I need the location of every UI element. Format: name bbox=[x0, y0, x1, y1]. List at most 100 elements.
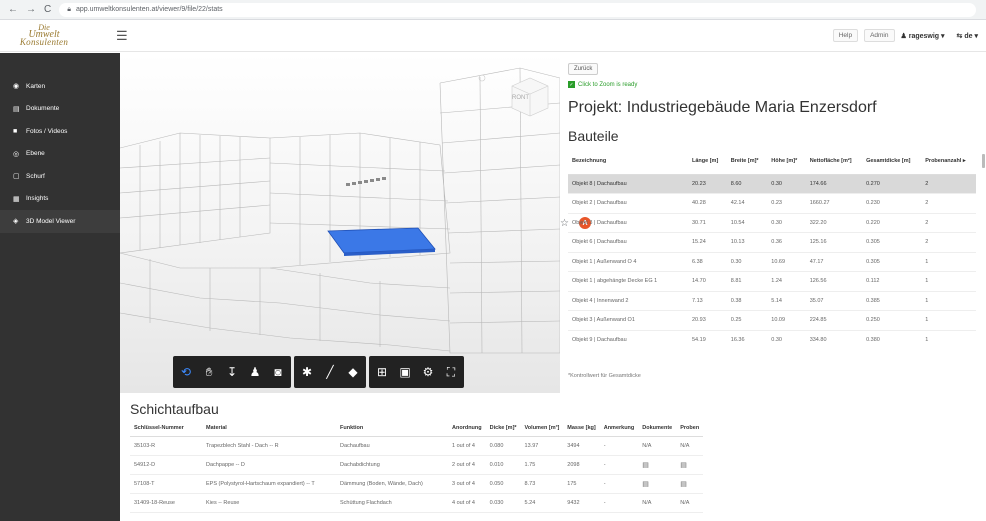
table-cell: 2 out of 4 bbox=[448, 455, 486, 475]
back-arrow-icon[interactable]: ← bbox=[8, 4, 18, 15]
table-cell: Objekt 3 | Dachaufbau bbox=[568, 213, 688, 233]
footnote: *Kontrollwert für Gesamtdicke bbox=[568, 373, 641, 379]
table-row[interactable]: 35103-R Trapezblech Stahl - Dach -- R Dach… bbox=[130, 436, 704, 456]
sidebar-item-schurf[interactable]: ▢ Schurf bbox=[0, 165, 120, 188]
table-cell: EPS (Polystyrol-Hartschaum expandiert) -… bbox=[202, 474, 336, 494]
sample-file-icon[interactable]: ▤ bbox=[676, 455, 704, 475]
address-bar[interactable]: 🔒︎ app.umweltkonsulenten.at/viewer/9/fil… bbox=[59, 2, 976, 17]
table-cell: Objekt 4 | Innenwand 2 bbox=[568, 291, 688, 311]
video-icon: ■ bbox=[13, 127, 18, 135]
table-cell: Objekt 9 | Dachaufbau bbox=[568, 330, 688, 346]
sidebar-item-label: Ebene bbox=[26, 150, 45, 158]
table-row[interactable]: 31409-18-Reuse Kies -- Reuse Schüttung Fla… bbox=[130, 493, 704, 513]
table-cell: 8.73 bbox=[520, 474, 564, 494]
table-cell: Objekt 8 | Dachaufbau bbox=[568, 174, 688, 194]
sidebar-item-3d-model-viewer[interactable]: ◈ 3D Model Viewer bbox=[0, 210, 120, 233]
forward-arrow-icon[interactable]: → bbox=[26, 4, 36, 15]
table-row[interactable]: Objekt 1 | abgehängte Decke EG 1 14.70 8.8… bbox=[568, 271, 976, 292]
pan-icon[interactable]: ✋︎ bbox=[202, 365, 216, 380]
sample-file-icon[interactable]: ▤ bbox=[676, 474, 704, 494]
cube-icon: ◈ bbox=[13, 218, 19, 226]
table-cell: Dachaufbau bbox=[336, 436, 448, 456]
sidebar-item-label: Schurf bbox=[26, 172, 45, 180]
table-row[interactable]: 54912-D Dachpappe -- D Dachabdichtung 2 out… bbox=[130, 455, 704, 475]
explode-icon[interactable]: ✱ bbox=[300, 365, 314, 379]
column-header: Funktion bbox=[336, 420, 448, 437]
table-row[interactable]: Objekt 9 | Dachaufbau 54.19 16.36 0.30 334.8… bbox=[568, 330, 976, 346]
table-row[interactable]: Objekt 8 | Dachaufbau 20.23 8.60 0.30 174.66… bbox=[568, 174, 976, 194]
table-row[interactable]: Objekt 3 | Dachaufbau 30.71 10.54 0.30 322.2… bbox=[568, 213, 976, 233]
document-file-icon[interactable]: ▤ bbox=[638, 474, 677, 494]
table-cell: 2 bbox=[921, 213, 976, 233]
model-browser-icon[interactable]: ⊞ bbox=[375, 365, 389, 379]
document-file-icon[interactable]: ▤ bbox=[638, 455, 677, 475]
column-header[interactable]: Höhe [m]* bbox=[767, 148, 806, 175]
logo[interactable]: Die Umwelt Konsulenten bbox=[0, 23, 88, 47]
table-cell: 125.16 bbox=[805, 232, 863, 253]
table-cell: 1 out of 4 bbox=[448, 436, 486, 456]
table-cell: 0.050 bbox=[485, 474, 521, 494]
bauteile-table-wrapper: Bezeichnung Länge [m] Breite [m]* Höhe [… bbox=[568, 148, 982, 346]
column-header[interactable]: Länge [m] bbox=[688, 148, 727, 175]
table-cell: 3494 bbox=[563, 436, 600, 456]
table-cell: 334.80 bbox=[805, 330, 863, 346]
details-panel: Zurück ✓ Click to Zoom is ready Projekt:… bbox=[560, 53, 986, 393]
user-menu[interactable]: ♟ rageswig ▾ bbox=[901, 32, 945, 40]
table-cell: 54912-D bbox=[130, 455, 202, 475]
table-cell: 13.97 bbox=[520, 436, 564, 456]
table-scrollbar[interactable] bbox=[982, 150, 985, 344]
section-icon[interactable]: ◆ bbox=[346, 365, 360, 379]
fullscreen-icon[interactable]: ⛶ bbox=[444, 365, 458, 380]
table-cell: Objekt 1 | abgehängte Decke EG 1 bbox=[568, 271, 688, 292]
column-header[interactable]: Probenanzahl ▸ bbox=[921, 148, 976, 175]
language-menu[interactable]: ⇆ de ▾ bbox=[957, 32, 978, 40]
3d-viewer-canvas[interactable]: RONT ⟲ ✋︎ ↧ ♟ ◙ ✱ ╱ ◆ ⊞ ▣ ⚙ ⛶ bbox=[120, 53, 560, 393]
sidebar-item-fotos-videos[interactable]: ■ Fotos / Videos bbox=[0, 120, 120, 143]
table-cell: 10.54 bbox=[726, 213, 768, 233]
camera-icon[interactable]: ◙ bbox=[271, 365, 285, 379]
location-icon: ◉ bbox=[13, 83, 20, 91]
table-row[interactable]: Objekt 6 | Dachaufbau 15.24 10.13 0.36 125.1… bbox=[568, 232, 976, 253]
zoom-status: ✓ Click to Zoom is ready bbox=[568, 81, 638, 88]
table-row[interactable]: Objekt 4 | Innenwand 2 7.13 0.38 5.14 35.07 0… bbox=[568, 291, 976, 311]
sidebar-item-insights[interactable]: ▦ Insights bbox=[0, 188, 120, 211]
table-cell: 0.250 bbox=[862, 310, 922, 331]
table-cell: 7.13 bbox=[688, 291, 727, 311]
url-text: app.umweltkonsulenten.at/viewer/9/file/2… bbox=[75, 6, 223, 13]
table-cell: N/A bbox=[638, 493, 677, 513]
column-header[interactable]: Breite [m]* bbox=[726, 148, 768, 175]
table-cell: 0.380 bbox=[862, 330, 922, 346]
reload-icon[interactable]: C bbox=[44, 4, 51, 15]
table-cell: 3 out of 4 bbox=[448, 474, 486, 494]
settings-gear-icon[interactable]: ⚙ bbox=[421, 365, 435, 379]
help-button[interactable]: Help bbox=[832, 29, 859, 42]
table-cell: 8.60 bbox=[726, 174, 768, 194]
table-cell: 0.30 bbox=[767, 330, 806, 346]
table-cell: 2 bbox=[921, 232, 976, 253]
table-row[interactable]: 57108-T EPS (Polystyrol-Hartschaum expand… bbox=[130, 474, 704, 494]
toolbar-group-navigation: ⟲ ✋︎ ↧ ♟ ◙ bbox=[173, 356, 291, 388]
table-row[interactable]: Objekt 1 | Außenwand O 4 6.38 0.30 10.69 47.… bbox=[568, 252, 976, 272]
sidebar-item-ebene[interactable]: ◎ Ebene bbox=[0, 143, 120, 166]
properties-icon[interactable]: ▣ bbox=[398, 365, 412, 379]
table-cell: 1 bbox=[921, 291, 976, 311]
table-row[interactable]: Objekt 2 | Dachaufbau 40.28 42.14 0.23 1660.… bbox=[568, 193, 976, 214]
check-icon: ✓ bbox=[568, 81, 575, 88]
table-row[interactable]: Objekt 3 | Außenwand O1 20.93 0.25 10.09 224… bbox=[568, 310, 976, 331]
dolly-icon[interactable]: ↧ bbox=[225, 365, 239, 379]
sidebar-item-dokumente[interactable]: ▤ Dokumente bbox=[0, 98, 120, 121]
table-cell: 20.93 bbox=[688, 310, 727, 331]
table-cell: 174.66 bbox=[805, 174, 863, 194]
column-header[interactable]: Gesamtdicke [m] bbox=[862, 148, 922, 175]
sidebar-item-karten[interactable]: ◉ Karten bbox=[0, 75, 120, 98]
admin-button[interactable]: Admin bbox=[864, 29, 895, 42]
viewcube-face-label[interactable]: RONT bbox=[512, 95, 529, 101]
hamburger-menu-icon[interactable]: ☰ bbox=[116, 28, 128, 44]
orbit-icon[interactable]: ⟲ bbox=[179, 365, 193, 379]
column-header[interactable]: Nettofläche [m²] bbox=[805, 148, 863, 175]
first-person-icon[interactable]: ♟ bbox=[248, 365, 262, 379]
sidebar-item-label: Fotos / Videos bbox=[26, 127, 68, 135]
measure-icon[interactable]: ╱ bbox=[323, 365, 337, 379]
back-button[interactable]: Zurück bbox=[568, 63, 599, 75]
column-header[interactable]: Bezeichnung bbox=[568, 148, 688, 175]
